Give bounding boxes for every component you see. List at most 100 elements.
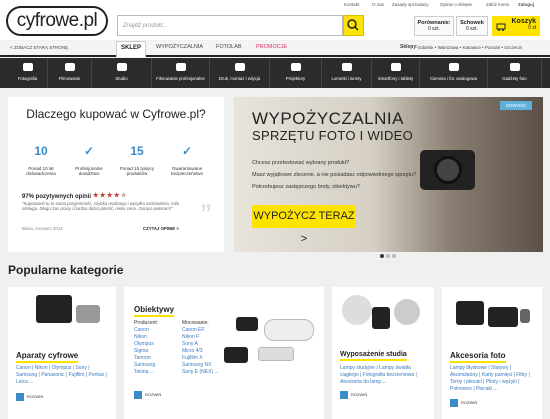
producer-link[interactable]: Canon (134, 327, 149, 334)
compact-image (76, 305, 100, 323)
card-lenses[interactable]: Obiektywy Producent: Canon Nikon Olympus… (124, 287, 324, 419)
lens-image (224, 347, 248, 363)
wishlist-button[interactable]: Schowek 0 szt. (456, 16, 488, 36)
card-title[interactable]: Aparaty cyfrowe (16, 351, 79, 363)
cat-print[interactable]: Druk, montaż i edycja (210, 58, 270, 88)
bag-image (488, 307, 518, 327)
carousel-dot[interactable] (386, 254, 390, 258)
cat-smartphones[interactable]: Smartfony i tablety (372, 58, 420, 88)
search-input[interactable]: Znajdź produkt... (117, 15, 343, 36)
banner-line: Chcesz przetestować wybrany produkt? (252, 160, 350, 166)
old-site-link[interactable]: < ZOBACZ STARĄ STRONĘ (10, 45, 68, 50)
compare-button[interactable]: Porównanie: 0 szt. (414, 16, 454, 36)
camera-icon (22, 63, 33, 71)
mount-link[interactable]: Micro 4/3 (182, 348, 203, 355)
read-reviews-link[interactable]: CZYTAJ OPINIE > (143, 226, 179, 231)
producer-link[interactable]: Sigma (134, 348, 148, 355)
tab-rental[interactable]: WYPOŻYCZALNIA (156, 44, 203, 50)
badge-text: Gwarantowane bezpieczeństwo (170, 166, 204, 176)
producer-link[interactable]: Tokina ... (134, 369, 154, 376)
cat-label: Smartfony i tablety (377, 76, 414, 81)
expand-button[interactable]: ROZWIŃ (450, 399, 477, 407)
umbrella-image (342, 295, 372, 325)
printer-icon (234, 63, 245, 71)
card-links[interactable]: Canon | Nikon | Olympus | Sony | Samsung… (16, 365, 112, 386)
mount-link[interactable]: Nikon F (182, 334, 199, 341)
mount-link[interactable]: Samsung NX (182, 362, 211, 369)
card-links[interactable]: Lampy studyjne | Lampy światła ciągłego … (340, 365, 430, 386)
cat-pro-video[interactable]: Filmowanie profesjonalne (152, 58, 210, 88)
card-studio[interactable]: Wyposażenie studia Lampy studyjne | Lamp… (332, 287, 434, 419)
cat-projectors[interactable]: Projektory (270, 58, 322, 88)
stores-list[interactable]: Gdańsk • Warszawa • Katowice • Poznań • … (418, 45, 522, 50)
link-terms[interactable]: Zasady sprzedaży (392, 2, 429, 7)
dslr-image (36, 295, 72, 323)
pro-camera-icon (175, 63, 186, 71)
cat-photo[interactable]: Fotografia (8, 58, 48, 88)
projector-icon (290, 63, 301, 71)
producer-link[interactable]: Tamron (134, 355, 151, 362)
producer-link[interactable]: Samsung (134, 362, 155, 369)
cat-label: Filmowanie profesjonalne (156, 76, 205, 81)
mount-link[interactable]: Fujifilm X (182, 355, 203, 362)
card-title[interactable]: Obiektywy (134, 305, 175, 317)
cart-button[interactable]: Koszyk 0 zł (492, 16, 540, 36)
card-accessories[interactable]: Akcesoria foto Lampy błyskowe | Statywy … (442, 287, 542, 419)
popular-title: Popularne kategorie (8, 263, 124, 277)
quote-mark-icon: ” (200, 200, 212, 227)
cat-label: Druk, montaż i edycja (218, 76, 261, 81)
chevron-down-icon (134, 391, 142, 399)
carousel-dot[interactable] (392, 254, 396, 258)
card-title[interactable]: Akcesoria foto (450, 351, 506, 363)
link-contact[interactable]: Kontakt (344, 2, 359, 7)
link-reviews[interactable]: Opinie o sklepie (440, 2, 472, 7)
video-camera-icon (64, 63, 75, 71)
expand-button[interactable]: ROZWIŃ (134, 391, 161, 399)
badge-advice: ✓ Profesjonalne doradztwo (68, 139, 110, 176)
search-button[interactable] (343, 15, 364, 36)
cat-gadgets[interactable]: Gadżety foto (488, 58, 542, 88)
expand-button[interactable]: ROZWIŃ (16, 393, 43, 401)
cat-binoculars[interactable]: Lornetki i lunety (322, 58, 372, 88)
card-links[interactable]: Lampy błyskowe | Statywy | Akumulatory |… (450, 365, 538, 393)
link-register[interactable]: Załóż konto (486, 2, 509, 7)
star-icon (92, 192, 99, 198)
telephoto-lens-image (264, 319, 314, 341)
cat-video[interactable]: Filmowanie (48, 58, 92, 88)
link-about[interactable]: O nas (372, 2, 384, 7)
producer-link[interactable]: Olympus (134, 341, 154, 348)
mount-link[interactable]: Sony E (NEX) ... (182, 369, 219, 376)
mount-link[interactable]: Canon EF (182, 327, 205, 334)
producer-label: Producent: (134, 320, 159, 326)
rent-now-button[interactable]: WYPOŻYCZ TERAZ > (252, 205, 356, 245)
cat-label: Ciemnia i fot. analogowa (429, 76, 478, 81)
logo[interactable]: cyfrowe.pl (6, 6, 108, 36)
badge-number: 15 (130, 144, 144, 158)
stores-label: Sklepy: (400, 44, 418, 50)
cat-label: Studio (115, 76, 128, 81)
tab-shop[interactable]: SKLEP (116, 41, 146, 57)
new-badge: NOWOŚĆ (500, 101, 532, 110)
tab-promotions[interactable]: PROMOCJE (256, 44, 287, 50)
cat-darkroom[interactable]: Ciemnia i fot. analogowa (420, 58, 488, 88)
card-title[interactable]: Wyposażenie studia (340, 351, 407, 361)
producer-link[interactable]: Nikon (134, 334, 147, 341)
mount-label: Mocowanie: (182, 320, 209, 326)
chevron-down-icon (16, 393, 24, 401)
badge-number: 10 (34, 144, 48, 158)
rating-text: 97% pozytywnych opinii (22, 194, 92, 200)
chevron-down-icon (450, 399, 458, 407)
cart-icon (496, 23, 506, 31)
mount-link[interactable]: Sony A (182, 341, 198, 348)
link-login[interactable]: Zaloguj (518, 2, 534, 7)
camera-image (420, 150, 475, 190)
cat-studio[interactable]: Studio (92, 58, 152, 88)
cat-label: Filmowanie (58, 76, 81, 81)
card-cameras[interactable]: Aparaty cyfrowe Canon | Nikon | Olympus … (8, 287, 116, 419)
expand-button[interactable]: ROZWIŃ (340, 391, 367, 399)
chevron-down-icon (340, 391, 348, 399)
carousel-dot[interactable] (380, 254, 384, 258)
tab-fotolab[interactable]: FOTOLAB (216, 44, 242, 50)
star-icon (113, 192, 120, 198)
smartphone-icon (390, 63, 401, 71)
